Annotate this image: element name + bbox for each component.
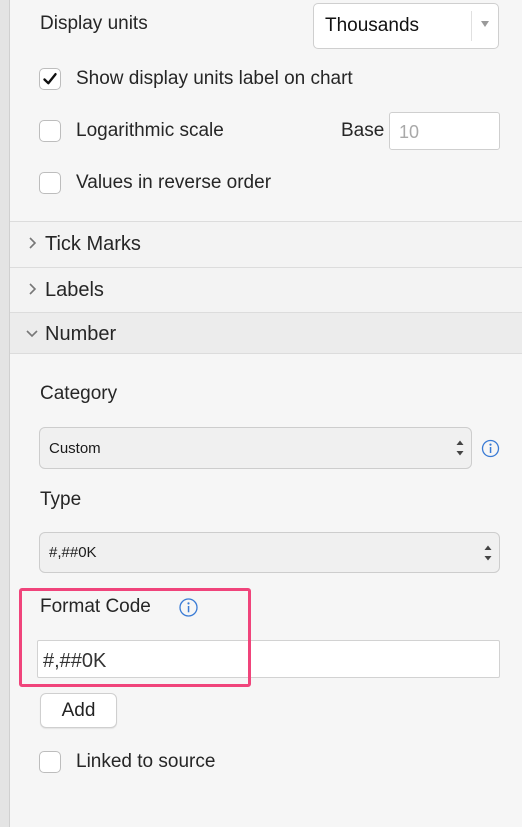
type-label: Type bbox=[40, 489, 82, 510]
reverse-order-checkbox[interactable] bbox=[39, 172, 61, 194]
show-units-label-text: Show display units label on chart bbox=[76, 68, 353, 89]
section-tick-marks-label: Tick Marks bbox=[45, 233, 141, 255]
type-value: #,##0K bbox=[49, 544, 97, 561]
base-input[interactable]: 10 bbox=[389, 112, 500, 150]
updown-arrows-icon bbox=[484, 545, 492, 561]
category-select[interactable]: Custom bbox=[39, 427, 472, 469]
checkmark-icon bbox=[43, 73, 57, 85]
chevron-right-icon bbox=[29, 283, 37, 295]
show-units-label-checkbox[interactable] bbox=[39, 68, 61, 90]
linked-to-source-checkbox[interactable] bbox=[39, 751, 61, 773]
base-label: Base bbox=[341, 120, 385, 141]
display-units-label: Display units bbox=[40, 13, 148, 34]
dropdown-separator bbox=[471, 11, 472, 41]
triangle-down-icon bbox=[481, 21, 489, 27]
display-units-dropdown[interactable]: Thousands bbox=[313, 3, 499, 49]
section-tick-marks[interactable]: Tick Marks bbox=[10, 221, 522, 267]
category-label: Category bbox=[40, 383, 118, 404]
highlight-box bbox=[19, 588, 251, 687]
section-labels-label: Labels bbox=[45, 279, 104, 301]
display-units-value: Thousands bbox=[325, 15, 420, 36]
base-input-placeholder: 10 bbox=[399, 122, 420, 142]
panel-left-edge bbox=[0, 0, 10, 827]
updown-arrows-icon bbox=[456, 440, 464, 456]
section-number-label: Number bbox=[45, 323, 117, 345]
log-scale-checkbox[interactable] bbox=[39, 120, 61, 142]
type-select[interactable]: #,##0K bbox=[39, 532, 500, 573]
category-value: Custom bbox=[49, 440, 101, 457]
chevron-right-icon bbox=[29, 237, 37, 249]
section-labels[interactable]: Labels bbox=[10, 267, 522, 313]
log-scale-label: Logarithmic scale bbox=[76, 120, 224, 141]
info-icon[interactable] bbox=[481, 439, 500, 458]
reverse-order-label: Values in reverse order bbox=[76, 172, 272, 193]
chevron-down-icon bbox=[26, 330, 38, 338]
section-number[interactable]: Number bbox=[10, 312, 522, 354]
add-button[interactable]: Add bbox=[40, 693, 117, 728]
linked-to-source-label: Linked to source bbox=[76, 751, 216, 772]
